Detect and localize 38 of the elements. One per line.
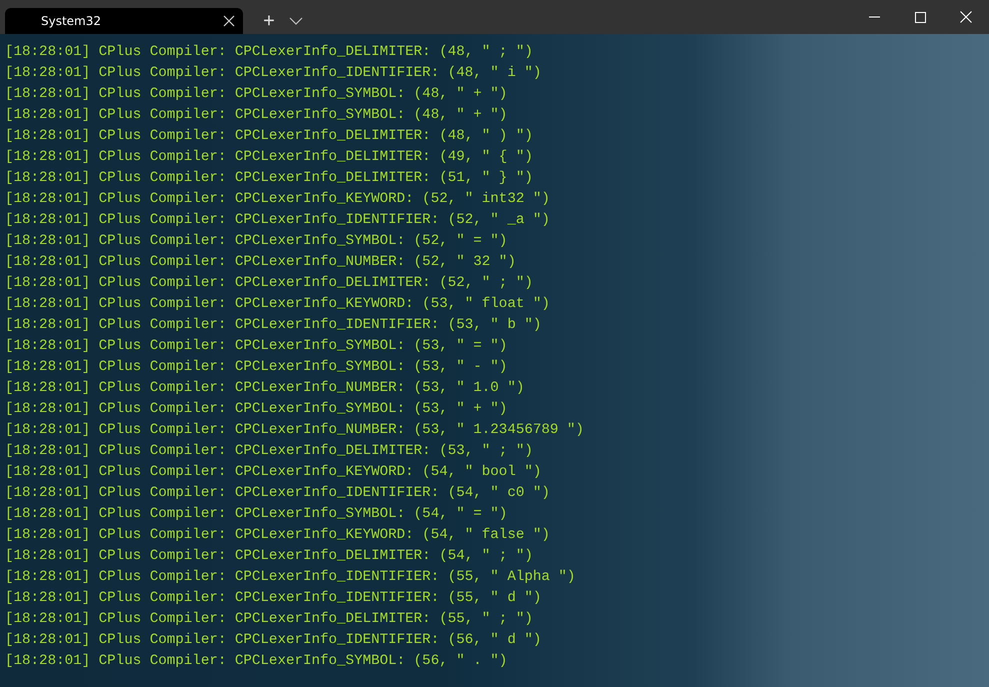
log-line: [18:28:01] CPlus Compiler: CPCLexerInfo_SYMBOL: (52, " = "): [5, 232, 508, 251]
log-line: [18:28:01] CPlus Compiler: CPCLexerInfo_NUMBER: (53, " 1.0 "): [5, 379, 524, 398]
close-icon: [960, 11, 972, 23]
log-line: [18:28:01] CPlus Compiler: CPCLexerInfo_KEYWORD: (53, " float "): [5, 295, 550, 314]
log-line: [18:28:01] CPlus Compiler: CPCLexerInfo_DELIMITER: (49, " { "): [5, 148, 533, 167]
log-line: [18:28:01] CPlus Compiler: CPCLexerInfo_SYMBOL: (56, " . "): [5, 652, 508, 671]
log-line: [18:28:01] CPlus Compiler: CPCLexerInfo_IDENTIFIER: (53, " b "): [5, 316, 542, 335]
log-line: [18:28:01] CPlus Compiler: CPCLexerInfo_DELIMITER: (53, " ; "): [5, 442, 533, 461]
log-line: [18:28:01] CPlus Compiler: CPCLexerInfo_NUMBER: (52, " 32 "): [5, 253, 516, 272]
maximize-icon: [914, 12, 926, 22]
log-line: [18:28:01] CPlus Compiler: CPCLexerInfo_DELIMITER: (52, " ; "): [5, 274, 533, 293]
log-line: [18:28:01] CPlus Compiler: CPCLexerInfo_IDENTIFIER: (52, " _a "): [5, 211, 550, 230]
new-tab-button[interactable]: +: [255, 8, 283, 34]
log-line: [18:28:01] CPlus Compiler: CPCLexerInfo_SYMBOL: (53, " - "): [5, 358, 508, 377]
log-line: [18:28:01] CPlus Compiler: CPCLexerInfo_KEYWORD: (54, " false "): [5, 526, 550, 545]
log-line: [18:28:01] CPlus Compiler: CPCLexerInfo_DELIMITER: (48, " ) "): [5, 127, 533, 146]
log-line: [18:28:01] CPlus Compiler: CPCLexerInfo_SYMBOL: (53, " = "): [5, 337, 508, 356]
chevron-down-icon[interactable]: [289, 17, 303, 25]
log-line: [18:28:01] CPlus Compiler: CPCLexerInfo_IDENTIFIER: (55, " Alpha "): [5, 568, 576, 587]
log-line: [18:28:01] CPlus Compiler: CPCLexerInfo_DELIMITER: (48, " ; "): [5, 43, 533, 62]
terminal-tab[interactable]: System32: [5, 8, 243, 34]
log-line: [18:28:01] CPlus Compiler: CPCLexerInfo_IDENTIFIER: (55, " d "): [5, 589, 542, 608]
log-line: [18:28:01] CPlus Compiler: CPCLexerInfo_DELIMITER: (55, " ; "): [5, 610, 533, 629]
log-line: [18:28:01] CPlus Compiler: CPCLexerInfo_KEYWORD: (54, " bool "): [5, 463, 542, 482]
minimize-icon: [868, 16, 880, 18]
log-line: [18:28:01] CPlus Compiler: CPCLexerInfo_IDENTIFIER: (48, " i "): [5, 64, 542, 83]
log-line: [18:28:01] CPlus Compiler: CPCLexerInfo_DELIMITER: (51, " } "): [5, 169, 533, 188]
close-icon[interactable]: [223, 15, 235, 27]
tab-title: System32: [41, 14, 102, 28]
log-line: [18:28:01] CPlus Compiler: CPCLexerInfo_SYMBOL: (48, " + "): [5, 106, 508, 125]
log-line: [18:28:01] CPlus Compiler: CPCLexerInfo_SYMBOL: (48, " + "): [5, 85, 508, 104]
log-line: [18:28:01] CPlus Compiler: CPCLexerInfo_NUMBER: (53, " 1.23456789 "): [5, 421, 584, 440]
log-line: [18:28:01] CPlus Compiler: CPCLexerInfo_KEYWORD: (52, " int32 "): [5, 190, 550, 209]
log-line: [18:28:01] CPlus Compiler: CPCLexerInfo_IDENTIFIER: (56, " d "): [5, 631, 542, 650]
log-line: [18:28:01] CPlus Compiler: CPCLexerInfo_IDENTIFIER: (54, " c0 "): [5, 484, 550, 503]
log-line: [18:28:01] CPlus Compiler: CPCLexerInfo_SYMBOL: (54, " = "): [5, 505, 508, 524]
log-line: [18:28:01] CPlus Compiler: CPCLexerInfo_SYMBOL: (53, " + "): [5, 400, 508, 419]
log-line: [18:28:01] CPlus Compiler: CPCLexerInfo_DELIMITER: (54, " ; "): [5, 547, 533, 566]
